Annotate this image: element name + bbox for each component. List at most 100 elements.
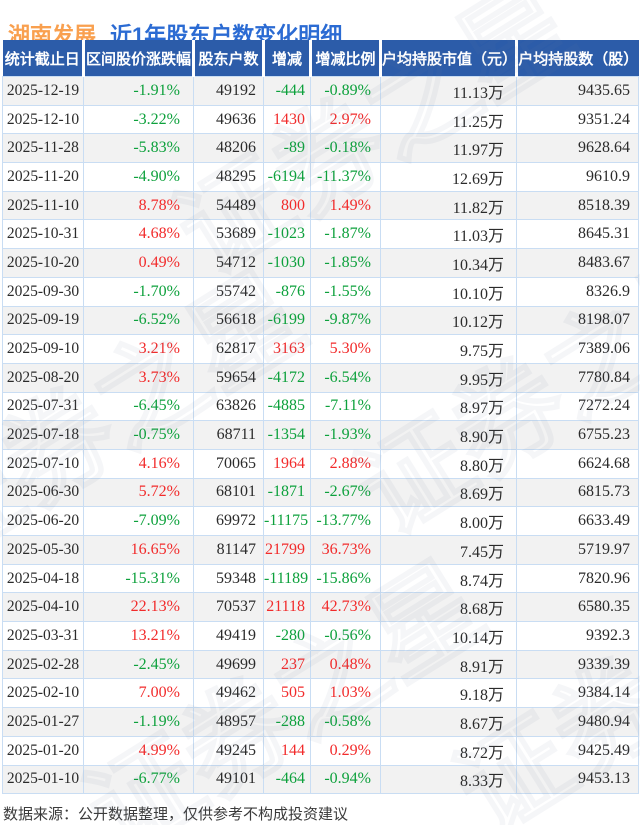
cell-price-change-pct: 4.68% <box>83 219 194 250</box>
cell-date: 2025-06-30 <box>2 477 84 508</box>
cell-delta-pct: -1.85% <box>310 248 381 278</box>
cell-delta: 800 <box>263 190 311 221</box>
cell-price-change-pct: 16.65% <box>83 535 194 565</box>
cell-delta: 1430 <box>263 104 311 135</box>
cell-date: 2025-01-20 <box>2 735 84 766</box>
col-header-delta-pct: 增减比例 <box>310 40 382 77</box>
cell-holders: 49462 <box>193 678 264 709</box>
cell-price-change-pct: 5.72% <box>83 477 194 508</box>
cell-delta: 21799 <box>263 535 311 565</box>
cell-holders: 48206 <box>193 133 264 164</box>
cell-avg-value: 9.75万 <box>380 334 517 364</box>
table-row: 2025-06-20 -7.09% 69972 -11175 -13.77% 8.00万 6… <box>2 506 639 536</box>
cell-avg-shares: 7272.24 <box>516 391 639 422</box>
cell-avg-value: 8.67万 <box>380 707 517 737</box>
cell-date: 2025-04-18 <box>2 563 84 594</box>
cell-delta: 3163 <box>263 334 311 364</box>
cell-price-change-pct: -5.83% <box>83 133 194 164</box>
cell-avg-value: 10.10万 <box>380 276 517 307</box>
cell-date: 2025-07-31 <box>2 391 84 422</box>
table-row: 2025-12-19 -1.91% 49192 -444 -0.89% 11.13万 943… <box>2 76 639 106</box>
cell-holders: 54712 <box>193 248 264 278</box>
cell-delta: -1354 <box>263 420 311 450</box>
cell-avg-shares: 6633.49 <box>516 506 639 536</box>
cell-delta-pct: -13.77% <box>310 506 381 536</box>
cell-avg-shares: 9628.64 <box>516 133 639 164</box>
cell-date: 2025-09-30 <box>2 276 84 307</box>
cell-avg-shares: 9425.49 <box>516 735 639 766</box>
cell-avg-shares: 6580.35 <box>516 592 639 623</box>
cell-delta-pct: -1.87% <box>310 219 381 250</box>
table-row: 2025-02-28 -2.45% 49699 237 0.48% 8.91万 9339.3… <box>2 649 639 680</box>
cell-delta: -444 <box>263 76 311 106</box>
cell-delta-pct: -1.55% <box>310 276 381 307</box>
cell-date: 2025-12-10 <box>2 104 84 135</box>
cell-price-change-pct: -1.70% <box>83 276 194 307</box>
cell-date: 2025-03-31 <box>2 621 84 651</box>
cell-date: 2025-04-10 <box>2 592 84 623</box>
cell-avg-shares: 9351.24 <box>516 104 639 135</box>
col-header-date: 统计截止日 <box>2 40 85 77</box>
cell-delta-pct: -0.18% <box>310 133 381 164</box>
cell-avg-shares: 7820.96 <box>516 563 639 594</box>
cell-price-change-pct: -1.19% <box>83 707 194 737</box>
cell-delta: -4885 <box>263 391 311 422</box>
table-row: 2025-11-10 8.78% 54489 800 1.49% 11.82万 8518.3… <box>2 190 639 221</box>
cell-date: 2025-09-10 <box>2 334 84 364</box>
table-row: 2025-07-31 -6.45% 63826 -4885 -7.11% 8.97万 727… <box>2 391 639 422</box>
cell-delta-pct: 42.73% <box>310 592 381 623</box>
table-row: 2025-06-30 5.72% 68101 -1871 -2.67% 8.69万 6815… <box>2 477 639 508</box>
table-row: 2025-03-31 13.21% 49419 -280 -0.56% 10.14万 939… <box>2 621 639 651</box>
cell-date: 2025-05-30 <box>2 535 84 565</box>
cell-delta: -11189 <box>263 563 311 594</box>
cell-price-change-pct: 3.21% <box>83 334 194 364</box>
cell-price-change-pct: -6.77% <box>83 764 194 795</box>
cell-avg-value: 8.68万 <box>380 592 517 623</box>
cell-date: 2025-02-10 <box>2 678 84 709</box>
table-row: 2025-09-30 -1.70% 55742 -876 -1.55% 10.10万 832… <box>2 276 639 307</box>
cell-price-change-pct: -3.22% <box>83 104 194 135</box>
cell-delta-pct: 5.30% <box>310 334 381 364</box>
cell-delta: -6194 <box>263 162 311 192</box>
cell-avg-shares: 8483.67 <box>516 248 639 278</box>
cell-avg-shares: 8518.39 <box>516 190 639 221</box>
cell-price-change-pct: 0.49% <box>83 248 194 278</box>
cell-avg-value: 8.91万 <box>380 649 517 680</box>
cell-delta: -464 <box>263 764 311 795</box>
cell-date: 2025-09-19 <box>2 305 84 336</box>
cell-price-change-pct: 3.73% <box>83 362 194 393</box>
cell-delta-pct: 1.03% <box>310 678 381 709</box>
cell-date: 2025-12-19 <box>2 76 84 106</box>
cell-holders: 49245 <box>193 735 264 766</box>
cell-avg-value: 8.33万 <box>380 764 517 795</box>
cell-avg-shares: 5719.97 <box>516 535 639 565</box>
cell-avg-shares: 9610.9 <box>516 162 639 192</box>
data-source-note: 数据来源：公开数据整理，仅供参考不构成投资建议 <box>3 806 349 823</box>
table-row: 2025-04-10 22.13% 70537 21118 42.73% 8.68万 658… <box>2 592 639 623</box>
cell-avg-value: 8.00万 <box>380 506 517 536</box>
table-row: 2025-12-10 -3.22% 49636 1430 2.97% 11.25万 9351… <box>2 104 639 135</box>
cell-date: 2025-11-10 <box>2 190 84 221</box>
cell-holders: 63826 <box>193 391 264 422</box>
table-header-row: 统计截止日 区间股价涨跌幅 股东户数 增减 增减比例 户均持股市值（元） 户均持… <box>2 40 639 77</box>
cell-date: 2025-01-10 <box>2 764 84 795</box>
cell-holders: 62817 <box>193 334 264 364</box>
cell-delta: -280 <box>263 621 311 651</box>
cell-avg-value: 10.14万 <box>380 621 517 651</box>
table-row: 2025-07-18 -0.75% 68711 -1354 -1.93% 8.90万 675… <box>2 420 639 450</box>
cell-avg-shares: 9453.13 <box>516 764 639 795</box>
table-body: 2025-12-19 -1.91% 49192 -444 -0.89% 11.13万 943… <box>2 76 639 795</box>
cell-date: 2025-06-20 <box>2 506 84 536</box>
cell-avg-shares: 9339.39 <box>516 649 639 680</box>
table-row: 2025-02-10 7.00% 49462 505 1.03% 9.18万 9384.14 <box>2 678 639 709</box>
table-row: 2025-04-18 -15.31% 59348 -11189 -15.86% 8.74万… <box>2 563 639 594</box>
cell-holders: 49636 <box>193 104 264 135</box>
cell-date: 2025-01-27 <box>2 707 84 737</box>
cell-delta-pct: 36.73% <box>310 535 381 565</box>
cell-delta: -11175 <box>263 506 311 536</box>
cell-avg-value: 11.82万 <box>380 190 517 221</box>
col-header-price-change: 区间股价涨跌幅 <box>83 40 195 77</box>
cell-avg-value: 11.13万 <box>380 76 517 106</box>
cell-avg-shares: 6815.73 <box>516 477 639 508</box>
cell-holders: 49419 <box>193 621 264 651</box>
